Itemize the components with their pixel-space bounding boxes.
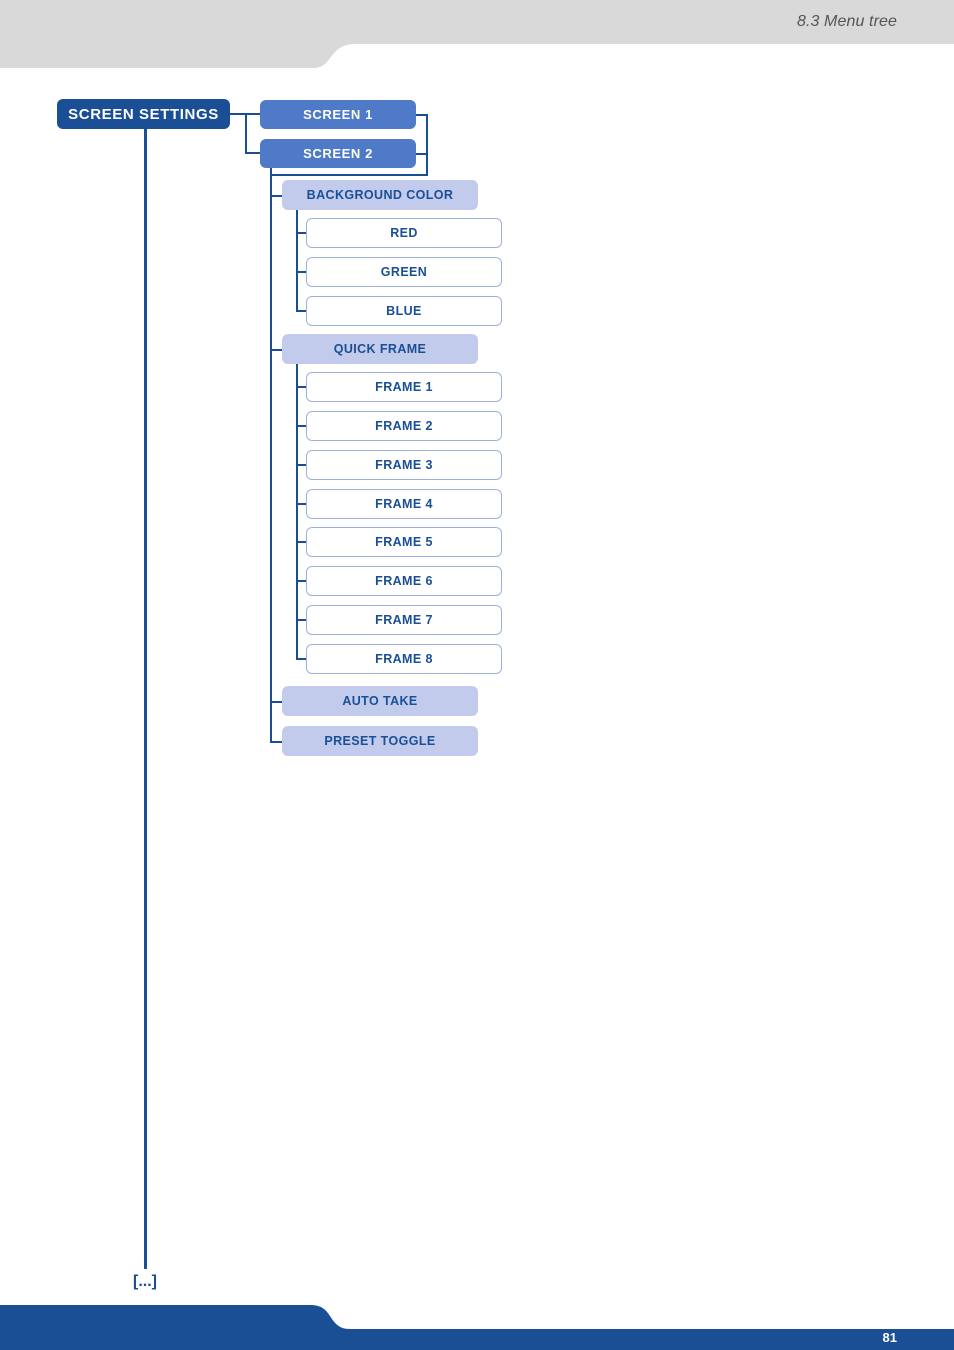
connector <box>270 349 282 351</box>
connector <box>245 152 260 154</box>
connector <box>296 619 306 621</box>
connector <box>296 580 306 582</box>
submenu-trunk-line <box>270 168 272 742</box>
connector <box>270 195 282 197</box>
option-frame-4: FRAME 4 <box>306 489 502 519</box>
connector <box>296 232 306 234</box>
connector <box>271 174 428 176</box>
option-trunk-line <box>296 364 298 659</box>
menu-root-screen-settings: SCREEN SETTINGS <box>57 99 230 129</box>
section-title: 8.3 Menu tree <box>796 13 897 30</box>
connector <box>426 114 428 175</box>
menu-preset-toggle: PRESET TOGGLE <box>282 726 478 756</box>
option-frame-6: FRAME 6 <box>306 566 502 596</box>
connector <box>296 541 306 543</box>
menu-auto-take: AUTO TAKE <box>282 686 478 716</box>
connector <box>245 113 247 153</box>
connector <box>270 701 282 703</box>
option-red: RED <box>306 218 502 248</box>
option-blue: BLUE <box>306 296 502 326</box>
option-frame-7: FRAME 7 <box>306 605 502 635</box>
option-frame-1: FRAME 1 <box>306 372 502 402</box>
connector <box>296 310 306 312</box>
option-frame-3: FRAME 3 <box>306 450 502 480</box>
connector <box>296 658 306 660</box>
menu-quick-frame: QUICK FRAME <box>282 334 478 364</box>
option-frame-8: FRAME 8 <box>306 644 502 674</box>
connector <box>296 425 306 427</box>
menu-background-color: BACKGROUND COLOR <box>282 180 478 210</box>
menu-screen-2: SCREEN 2 <box>260 139 416 168</box>
menu-screen-1: SCREEN 1 <box>260 100 416 129</box>
page-number: 81 <box>882 1330 897 1345</box>
connector <box>296 386 306 388</box>
option-frame-5: FRAME 5 <box>306 527 502 557</box>
connector <box>296 464 306 466</box>
option-frame-2: FRAME 2 <box>306 411 502 441</box>
footer-band <box>0 1305 954 1350</box>
root-trunk-line <box>144 129 147 1269</box>
connector <box>296 271 306 273</box>
connector <box>296 503 306 505</box>
option-trunk-line <box>296 210 298 311</box>
connector <box>270 741 282 743</box>
header-band <box>0 0 954 68</box>
continuation-marker: [...] <box>133 1273 157 1290</box>
option-green: GREEN <box>306 257 502 287</box>
